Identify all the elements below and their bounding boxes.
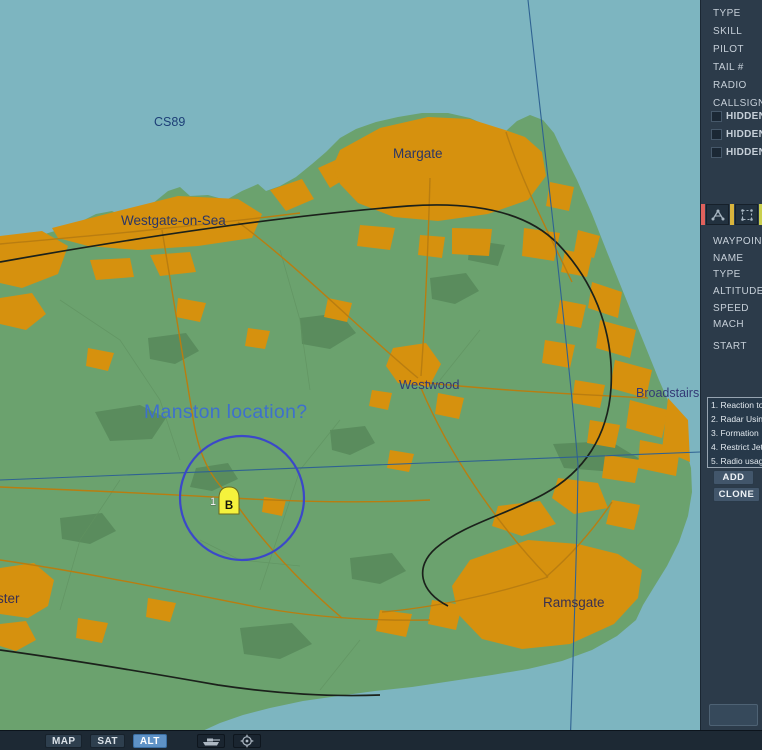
field-label-speed: SPEED	[713, 303, 749, 314]
route-icon	[711, 209, 724, 220]
field-label-mach: MACH	[713, 319, 745, 330]
hidden-checkbox-3[interactable]	[711, 147, 722, 158]
marker-letter: B	[225, 500, 233, 512]
ground-units-toggle-button[interactable]	[196, 733, 225, 748]
field-label-wp-type: TYPE	[713, 269, 741, 280]
field-label-skill: SKILL	[713, 26, 743, 37]
field-label-start: START	[713, 341, 747, 352]
settings-toggle-button[interactable]	[232, 733, 261, 748]
map-mode-bar: MAP SAT ALT	[0, 730, 762, 750]
field-label-waypoint: WAYPOINT	[713, 236, 762, 247]
gear-icon	[240, 734, 254, 747]
tool-tabs	[701, 204, 762, 225]
hidden-row-3: HIDDEN	[711, 147, 762, 158]
action-item-5[interactable]: 5. Radio usag	[708, 454, 762, 467]
field-label-name: NAME	[713, 253, 744, 264]
field-label-type: TYPE	[713, 8, 741, 19]
sat-mode-button[interactable]: SAT	[90, 733, 125, 748]
hidden-checkbox-2[interactable]	[711, 129, 722, 140]
select-tool-tab[interactable]	[735, 204, 758, 225]
tank-icon	[202, 738, 220, 745]
action-item-3[interactable]: 3. Formation	[708, 426, 762, 440]
field-label-radio: RADIO	[713, 80, 747, 91]
action-item-2[interactable]: 2. Radar Usin	[708, 412, 762, 426]
advanced-actions-list: 1. Reaction to 2. Radar Usin 3. Formatio…	[707, 397, 762, 468]
map-graphics: 1 B	[0, 0, 700, 750]
field-label-tail: TAIL #	[713, 62, 744, 73]
selection-box-icon	[740, 208, 753, 221]
clone-button[interactable]: CLONE	[713, 487, 760, 502]
waypoint-number: 1	[210, 496, 216, 508]
add-button[interactable]: ADD	[713, 470, 754, 485]
alt-mode-button[interactable]: ALT	[132, 733, 167, 748]
hidden-label-2: HIDDEN	[726, 129, 762, 140]
hidden-checkbox-1[interactable]	[711, 111, 722, 122]
field-label-altitude: ALTITUDE	[713, 286, 762, 297]
action-item-1[interactable]: 1. Reaction to	[708, 398, 762, 412]
hidden-row-1: HIDDEN	[711, 111, 762, 122]
hidden-row-2: HIDDEN	[711, 129, 762, 140]
action-item-4[interactable]: 4. Restrict Jet	[708, 440, 762, 454]
hidden-label-1: HIDDEN	[726, 111, 762, 122]
sidebar-footer-field[interactable]	[709, 704, 758, 726]
route-tab-accent	[701, 204, 705, 225]
select-tab-accent	[730, 204, 734, 225]
hidden-label-3: HIDDEN	[726, 147, 762, 158]
properties-panel: TYPE SKILL PILOT TAIL # RADIO CALLSIGN H…	[700, 0, 762, 730]
field-label-callsign: CALLSIGN	[713, 98, 762, 109]
map-canvas[interactable]: 1 B CS89 Margate Westgate-on-Sea Westwoo…	[0, 0, 700, 750]
map-mode-button[interactable]: MAP	[45, 733, 83, 748]
route-tool-tab[interactable]	[706, 204, 729, 225]
field-label-pilot: PILOT	[713, 44, 744, 55]
